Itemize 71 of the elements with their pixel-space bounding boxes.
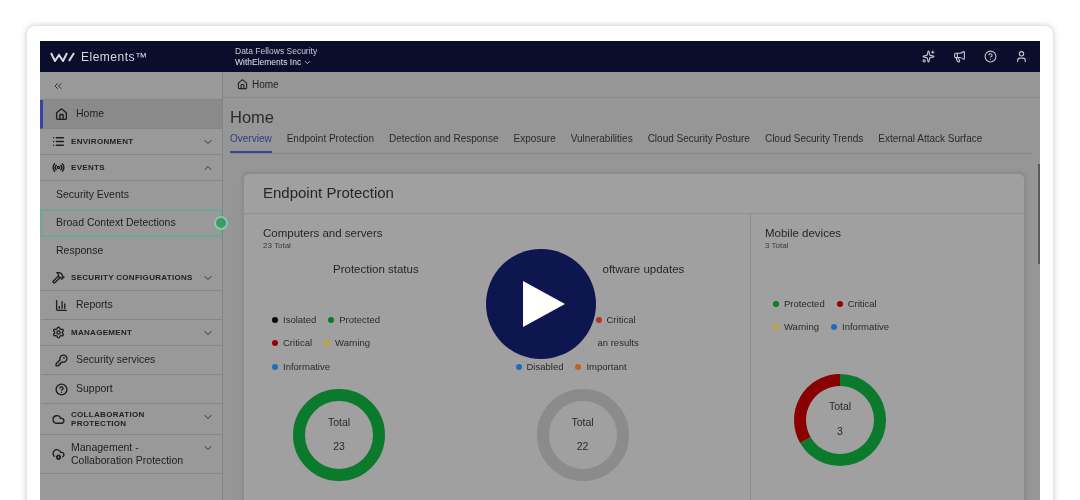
signal-icon	[52, 161, 65, 174]
legend-label: Protected	[339, 313, 380, 327]
card-title: Endpoint Protection	[263, 183, 394, 204]
product-name: Elements™	[81, 48, 148, 66]
sidebar-section[interactable]: SECURITY CONFIGURATIONS	[40, 265, 222, 291]
sparkles-icon[interactable]	[922, 50, 935, 63]
section-title: Computers and servers	[263, 227, 384, 240]
sidebar-section[interactable]: EVENTS	[40, 155, 222, 181]
section-subtitle: 23 Total	[263, 240, 292, 252]
legend-label: an results	[597, 336, 639, 351]
legend-label: Informative	[283, 359, 330, 374]
legend-label: Informative	[842, 320, 890, 335]
chart-title: Protection status	[333, 262, 420, 277]
page-title: Home	[230, 107, 275, 127]
chart-title: oftware updates	[602, 262, 686, 277]
sidebar-item[interactable]: Support	[40, 375, 222, 404]
legend-label: Critical	[283, 336, 313, 351]
section-subtitle: 3 Total	[765, 240, 790, 252]
breadcrumb[interactable]: Home	[252, 77, 279, 92]
megaphone-icon[interactable]	[953, 50, 966, 63]
legend-label: Critical	[606, 313, 636, 327]
sidebar-section[interactable]: Management - Collaboration Protection	[40, 435, 222, 474]
sidebar-item[interactable]: Reports	[40, 291, 222, 320]
sidebar-section[interactable]: COLLABORATION PROTECTION	[40, 404, 222, 435]
user-icon[interactable]	[1015, 50, 1028, 63]
sidebar-item[interactable]: Response	[40, 237, 222, 265]
legend-label: Disabled	[526, 359, 564, 374]
sidebar-item[interactable]: Home	[40, 100, 222, 129]
tab[interactable]: Cloud Security Trends	[764, 129, 864, 153]
donut-total-label: Total	[571, 414, 594, 430]
org-selector[interactable]: WithElements Inc	[235, 56, 318, 68]
cloud-gear-icon	[52, 447, 65, 461]
org-caption: Data Fellows Security	[235, 45, 318, 57]
house-icon	[237, 79, 248, 90]
donut-total-value: 23	[333, 439, 345, 455]
sidebar-section[interactable]: MANAGEMENT	[40, 320, 222, 346]
list-icon	[52, 135, 65, 148]
tab[interactable]: External Attack Surface	[878, 129, 983, 153]
tab[interactable]: Detection and Response	[388, 129, 499, 153]
logo-icon	[50, 51, 76, 62]
legend-label: Protected	[784, 297, 825, 311]
legend-label: Critical	[847, 297, 877, 311]
house-icon	[55, 107, 68, 121]
sidebar-item[interactable]: Broad Context Detections	[40, 209, 222, 237]
gear-icon	[52, 326, 65, 339]
sidebar-section[interactable]: ENVIRONMENT	[40, 129, 222, 155]
help-icon	[55, 382, 68, 396]
tab[interactable]: Exposure	[513, 129, 556, 153]
bar-chart-icon	[55, 298, 68, 312]
donut-total-label: Total	[828, 399, 852, 415]
tab[interactable]: Vulnerabilities	[570, 129, 633, 153]
legend-label: Warning	[784, 320, 820, 335]
donut-total-value: 3	[837, 424, 843, 439]
highlight-marker-icon	[214, 216, 228, 230]
legend-label: Isolated	[283, 313, 317, 327]
hammer-icon	[52, 271, 65, 284]
scrollbar-thumb[interactable]	[1038, 164, 1040, 264]
legend-label: Important	[586, 359, 627, 374]
key-icon	[55, 353, 68, 367]
sidebar-item[interactable]: Security Events	[40, 181, 222, 209]
cloud-icon	[52, 412, 65, 426]
tab[interactable]: Overview	[230, 129, 272, 153]
tab[interactable]: Cloud Security Posture	[647, 129, 750, 153]
tab[interactable]: Endpoint Protection	[286, 129, 374, 153]
sidebar-item[interactable]: Security services	[40, 346, 222, 375]
help-icon[interactable]	[984, 50, 997, 63]
donut-total-value: 22	[576, 439, 589, 455]
donut-total-label: Total	[327, 414, 351, 430]
section-title: Mobile devices	[765, 227, 843, 240]
play-icon	[523, 281, 565, 327]
legend-label: Warning	[335, 336, 371, 351]
